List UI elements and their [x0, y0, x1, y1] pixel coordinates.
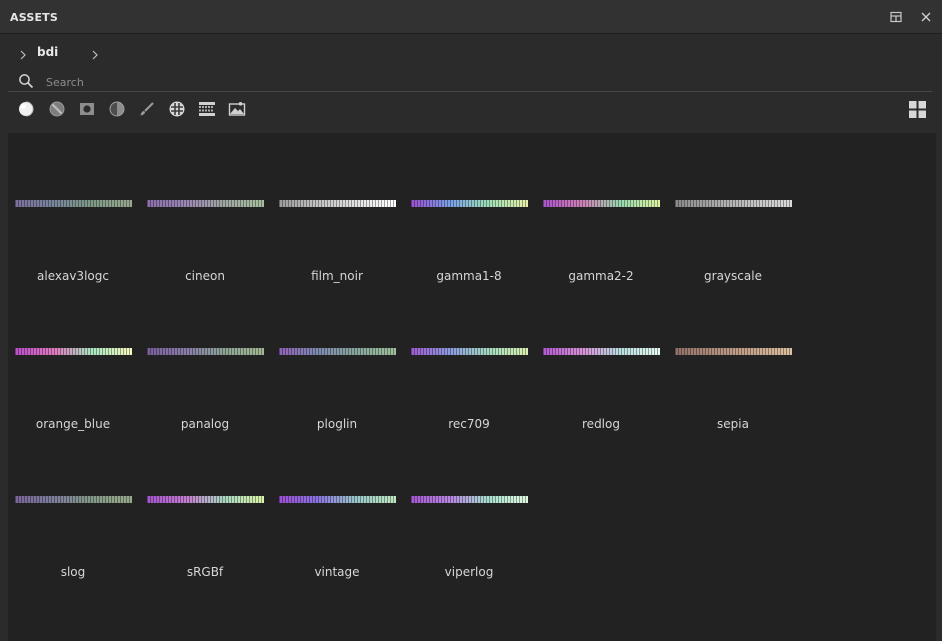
filter-brushes[interactable]: [134, 96, 160, 122]
chevron-right-icon: [92, 50, 98, 60]
lut-thumbnail: [147, 200, 264, 207]
asset-name: gamma2-2: [568, 269, 634, 283]
asset-grid: alexav3logc cineon film_noir gamma1-8 ga…: [8, 133, 936, 641]
lut-thumbnail: [543, 200, 660, 207]
breadcrumb-item[interactable]: bdi: [37, 45, 58, 59]
asset-tile[interactable]: vintage: [272, 432, 402, 580]
asset-name: cineon: [185, 269, 225, 283]
chevron-right-icon: [20, 50, 26, 60]
lut-thumbnail: [147, 348, 264, 355]
filter-textures[interactable]: [164, 96, 190, 122]
asset-tile[interactable]: sRGBf: [140, 432, 270, 580]
filter-icon: [109, 101, 125, 117]
asset-name: sepia: [717, 417, 749, 431]
breadcrumb: bdi: [0, 34, 942, 70]
asset-name: film_noir: [311, 269, 363, 283]
asset-name: ploglin: [316, 417, 358, 431]
grid-view-icon: [908, 100, 926, 118]
asset-name: slog: [60, 565, 86, 579]
asset-tile[interactable]: film_noir: [272, 136, 402, 284]
brush-icon: [140, 102, 154, 116]
lut-thumbnail: [411, 496, 528, 503]
panel-maximize-icon: [890, 11, 902, 23]
asset-name: alexav3logc: [37, 269, 109, 283]
filter-smart-materials[interactable]: [44, 96, 70, 122]
lut-thumbnail: [15, 200, 132, 207]
breadcrumb-next-button[interactable]: [90, 46, 100, 60]
asset-tile[interactable]: gamma1-8: [404, 136, 534, 284]
panel-title: ASSETS: [10, 11, 59, 24]
asset-name: sRGBf: [186, 565, 224, 579]
lut-thumbnail: [543, 348, 660, 355]
filter-materials[interactable]: [13, 96, 39, 122]
environment-icon: [228, 102, 246, 116]
lut-thumbnail: [411, 200, 528, 207]
mask-icon: [80, 103, 94, 115]
assets-panel: ASSETS bdi Search alexav3logc cineon fil…: [0, 0, 942, 641]
search-input[interactable]: [44, 74, 908, 90]
asset-tile[interactable]: gamma2-2: [536, 136, 666, 284]
asset-name: grayscale: [704, 269, 762, 283]
material-sphere-icon: [19, 101, 34, 117]
asset-tile[interactable]: ploglin: [272, 284, 402, 432]
close-icon: [921, 12, 931, 22]
asset-tile[interactable]: orange_blue: [8, 284, 138, 432]
breadcrumb-expand-button[interactable]: [18, 46, 28, 60]
lut-thumbnail: [147, 496, 264, 503]
asset-tile[interactable]: alexav3logc: [8, 136, 138, 284]
asset-name: viperlog: [444, 565, 494, 579]
lut-thumbnail: [15, 348, 132, 355]
asset-tile[interactable]: rec709: [404, 284, 534, 432]
filter-masks[interactable]: [74, 96, 100, 122]
search-icon: [19, 74, 34, 89]
asset-name: panalog: [180, 417, 230, 431]
panel-close-button[interactable]: [918, 9, 934, 25]
asset-tile[interactable]: slog: [8, 432, 138, 580]
lut-thumbnail: [675, 348, 792, 355]
asset-tile[interactable]: viperlog: [404, 432, 534, 580]
asset-name: rec709: [448, 417, 490, 431]
lut-thumbnail: [279, 348, 396, 355]
smart-material-icon: [49, 101, 65, 117]
grid-view-toggle[interactable]: [907, 99, 927, 119]
lut-thumbnail: [411, 348, 528, 355]
asset-tile[interactable]: redlog: [536, 284, 666, 432]
filter-environments[interactable]: [224, 96, 250, 122]
lut-thumbnail: [279, 200, 396, 207]
panel-titlebar: ASSETS: [0, 0, 942, 34]
lut-icon: [199, 102, 215, 116]
filter-filters[interactable]: [104, 96, 130, 122]
asset-name: vintage: [314, 565, 360, 579]
asset-tile[interactable]: sepia: [668, 284, 798, 432]
asset-filter-bar: [0, 93, 942, 125]
panel-maximize-button[interactable]: [888, 9, 904, 25]
asset-name: redlog: [582, 417, 620, 431]
lut-thumbnail: [279, 496, 396, 503]
texture-icon: [169, 101, 185, 117]
asset-tile[interactable]: cineon: [140, 136, 270, 284]
asset-name: gamma1-8: [436, 269, 502, 283]
asset-name: orange_blue: [35, 417, 111, 431]
filter-luts[interactable]: [194, 96, 220, 122]
asset-tile[interactable]: panalog: [140, 284, 270, 432]
lut-thumbnail: [15, 496, 132, 503]
asset-tile[interactable]: grayscale: [668, 136, 798, 284]
search-bar: [8, 70, 932, 92]
lut-thumbnail: [675, 200, 792, 207]
